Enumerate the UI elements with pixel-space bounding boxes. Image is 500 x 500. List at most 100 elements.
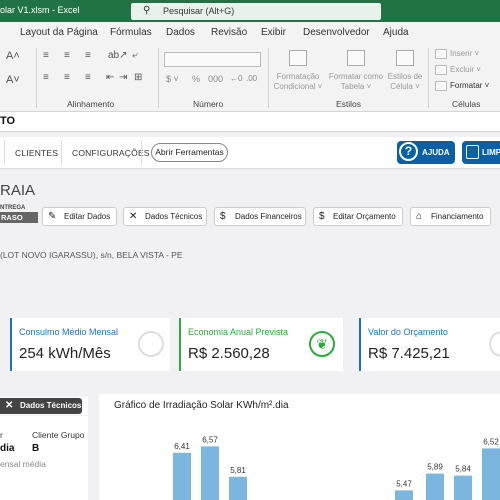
technical-data-tab[interactable]: ✕ Dados Técnicos [0, 397, 88, 415]
tab-layout[interactable]: Layout da Página [20, 27, 98, 38]
cell-styles-line1: Estilos de [387, 72, 423, 81]
edit-data-button[interactable]: ✎ Editar Dados [42, 207, 117, 226]
group-label-number: Número [193, 99, 224, 109]
group-label-cells: Células [452, 99, 481, 109]
search-box[interactable]: ⚲ Pesquisar (Alt+G) [131, 3, 381, 20]
nav-clientes[interactable]: CLIENTES [15, 148, 58, 158]
card-value: R$ 7.425,21 [368, 345, 450, 362]
client-address: (LOT NOVO IGARASSU), s/n, BELA VISTA - P… [0, 250, 183, 260]
delete-button[interactable]: Excluir ˅ [450, 65, 481, 75]
card-title: Economia Anual Prevista [188, 327, 289, 337]
format-table-line2: Tabela ˅ [340, 82, 372, 91]
chart-bar [426, 473, 444, 500]
insert-button[interactable]: Inserir ˅ [450, 49, 479, 59]
orientation-icon[interactable]: ab↗ [108, 50, 128, 61]
group-label-styles: Estilos [336, 99, 362, 109]
cond-format-line1: Formatação [276, 72, 320, 81]
font-color-icon[interactable]: A˅ [6, 74, 20, 86]
tab-developer[interactable]: Desenvolvedor [303, 27, 370, 38]
financing-label: Financiamento [431, 212, 484, 221]
name-box[interactable]: TO [0, 115, 15, 127]
nav-configuracoes[interactable]: CONFIGURAÇÕES [72, 148, 150, 158]
indent-icon[interactable]: ⇤ [106, 72, 114, 83]
tab-formulas[interactable]: Fórmulas [110, 27, 152, 38]
conditional-format-button[interactable]: Formatação Condicional ˅ [272, 72, 324, 92]
chart-value-label: 5,89 [427, 463, 443, 472]
align-right-icon[interactable]: ≡ [85, 72, 91, 83]
ribbon: A˄ A˅ ≡ ≡ ≡ ab↗ ⤶ ≡ ≡ ≡ ⇤ ⇥ ⊞ Alinhament… [0, 44, 500, 112]
card-value: 254 kWh/Mês [19, 345, 111, 362]
align-top-icon[interactable]: ≡ [43, 50, 49, 61]
card-orcamento: Valor do Orçamento R$ 7.425,21 [359, 318, 500, 371]
client-group-value: B [32, 443, 40, 454]
app-nav-bar: CLIENTES CONFIGURAÇÕES Abrir Ferramentas… [0, 137, 500, 169]
financial-data-button[interactable]: $ Dados Financeiros [214, 207, 306, 226]
financing-button[interactable]: ⌂ Financiamento [410, 207, 491, 226]
percent-icon[interactable]: % [192, 74, 200, 84]
format-icon [435, 81, 447, 91]
edit-budget-button[interactable]: $ Editar Orçamento [313, 207, 403, 226]
card-title: Consulmo Médio Mensal [19, 327, 119, 337]
group-label-alignment: Alinhamento [67, 99, 115, 109]
insert-icon [435, 49, 447, 59]
decimal-increase-icon[interactable]: ←0 [230, 74, 242, 83]
tab-help[interactable]: Ajuda [383, 27, 409, 38]
align-center-icon[interactable]: ≡ [64, 72, 70, 83]
cell-styles-button[interactable]: Estilos de Célula ˅ [386, 72, 424, 92]
technical-data-button[interactable]: ✕ Dados Técnicos [123, 207, 207, 226]
search-icon: ⚲ [143, 5, 151, 16]
comma-icon[interactable]: 000 [208, 74, 223, 84]
formula-bar: TO [0, 112, 500, 132]
conditional-format-icon [289, 50, 307, 66]
tab-data[interactable]: Dados [166, 27, 195, 38]
tab-view[interactable]: Exibir [261, 27, 286, 38]
format-table-icon [347, 50, 365, 66]
clear-button[interactable]: LIMPA [462, 141, 500, 164]
chart-value-label: 6,57 [202, 435, 218, 444]
help-button[interactable]: ? AJUDA [397, 141, 455, 164]
align-middle-icon[interactable]: ≡ [64, 50, 70, 61]
format-table-line1: Formatar como [328, 72, 384, 81]
dollar-icon-2: $ [319, 211, 325, 222]
field-label-1: r [0, 430, 3, 440]
pencil-icon: ✎ [48, 211, 57, 222]
merge-icon[interactable]: ⊞ [134, 72, 142, 83]
align-left-icon[interactable]: ≡ [43, 72, 49, 83]
format-button[interactable]: Formatar ˅ [450, 81, 489, 91]
workbook-title: olar V1.xlsm - Excel [0, 5, 80, 15]
edit-data-label: Editar Dados [64, 212, 111, 221]
technical-data-tab-inner: ✕ Dados Técnicos [0, 398, 82, 414]
leaf-icon: ❦ [309, 331, 335, 357]
format-as-table-button[interactable]: Formatar como Tabela ˅ [327, 72, 385, 92]
search-placeholder: Pesquisar (Alt+G) [163, 6, 235, 16]
font-size-up-icon[interactable]: A˄ [6, 50, 20, 62]
wrap-text-icon[interactable]: ⤶ [132, 50, 138, 61]
outdent-icon[interactable]: ⇥ [119, 72, 127, 83]
technical-data-label: Dados Técnicos [145, 212, 203, 221]
app-area: CLIENTES CONFIGURAÇÕES Abrir Ferramentas… [0, 132, 500, 500]
card-title: Valor do Orçamento [368, 327, 448, 337]
financial-data-label: Dados Financeiros [235, 212, 302, 221]
chart-value-label: 6,41 [174, 442, 190, 451]
client-group-label: Cliente Grupo [32, 430, 85, 440]
irradiation-chart-panel: Gráfico de Irradiação Solar KWh/m².dia 6… [99, 394, 500, 500]
technical-data-tab-label: Dados Técnicos [20, 401, 82, 410]
clear-label: LIMPA [482, 148, 500, 157]
chart-bar [454, 475, 472, 500]
delete-icon [435, 65, 447, 75]
number-format-dropdown[interactable] [164, 52, 261, 67]
chart-bar [201, 446, 219, 500]
align-bottom-icon[interactable]: ≡ [85, 50, 91, 61]
chart-bar [173, 452, 191, 500]
chart-value-label: 5,47 [396, 479, 412, 488]
decimal-decrease-icon[interactable]: .00 [246, 74, 257, 83]
field-value-1: dia [0, 443, 15, 454]
status-badge: RASO [0, 212, 38, 223]
client-name: RAIA [0, 182, 36, 199]
card-economia: Economia Anual Prevista R$ 2.560,28 ❦ [179, 318, 343, 371]
chart-bar [395, 490, 413, 500]
open-tools-button[interactable]: Abrir Ferramentas [151, 143, 228, 162]
currency-icon[interactable]: $ ˅ [166, 74, 179, 84]
tab-review[interactable]: Revisão [211, 27, 247, 38]
cell-styles-icon [396, 50, 414, 66]
